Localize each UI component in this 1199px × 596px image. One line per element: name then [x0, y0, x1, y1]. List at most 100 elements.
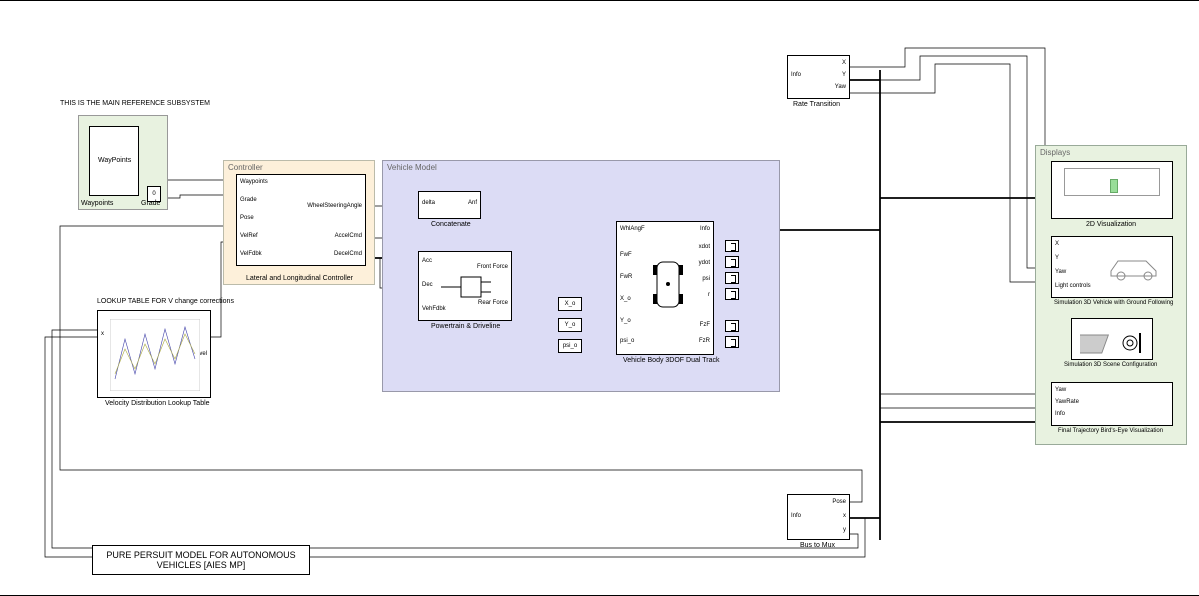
model-title-text: PURE PERSUIT MODEL FOR AUTONOMOUS VEHICL…	[106, 550, 295, 570]
const-psio[interactable]: psi_o	[558, 339, 582, 353]
ctrl-out-accel: AccelCmd	[335, 233, 362, 239]
block-bus-to-mux[interactable]: Info Pose x y	[787, 494, 850, 540]
rate-transition-label: Rate Transition	[793, 101, 840, 108]
body-out-info: Info	[700, 226, 710, 232]
waypoints-block-label: WayPoints	[98, 157, 131, 164]
body-in-yo: Y_o	[620, 318, 631, 324]
block-scene-config[interactable]	[1071, 318, 1153, 360]
scope-icon	[1052, 162, 1172, 218]
canvas-border-top	[0, 0, 1199, 1]
vehicle-body-icon	[651, 257, 685, 312]
btm-out-x: x	[843, 513, 846, 519]
birdseye-label: Final Trajectory Bird's-Eye Visualizatio…	[1058, 428, 1163, 434]
ctrl-out-steer: WheelSteeringAngle	[307, 203, 362, 209]
bus-to-mux-label: Bus to Mux	[800, 542, 835, 549]
pt-out-front: Front Force	[477, 264, 508, 270]
s3d-light: Light controls	[1055, 283, 1091, 289]
be-info: Info	[1055, 411, 1065, 417]
lookup-in: x	[101, 331, 104, 337]
ctrl-in-velfdbk: VelFdbk	[240, 251, 262, 257]
body-in-fwf: FwF	[620, 252, 632, 258]
concat-label: Concatenate	[431, 221, 471, 228]
body-label: Vehicle Body 3DOF Dual Track	[623, 357, 720, 364]
block-vehicle-body[interactable]: WhlAngF FwF FwR X_o Y_o psi_o Info xdot …	[616, 221, 714, 355]
lookup-out: vel	[199, 351, 207, 357]
block-waypoints[interactable]: WayPoints	[89, 126, 139, 196]
ctrl-in-waypoints: Waypoints	[240, 179, 268, 185]
s3d-y: Y	[1055, 255, 1059, 261]
concat-in: delta	[422, 200, 435, 206]
xo-label: X_o	[565, 301, 576, 307]
lookup-chart-icon	[110, 319, 200, 391]
rt-in: Info	[791, 72, 801, 78]
simulink-canvas[interactable]: THIS IS THE MAIN REFERENCE SUBSYSTEM Way…	[0, 0, 1199, 596]
body-out-fzr: FzR	[699, 338, 710, 344]
be-yawrate: YawRate	[1055, 399, 1079, 405]
displays-area-title: Displays	[1040, 148, 1070, 157]
ctrl-in-velref: VelRef	[240, 233, 258, 239]
body-out-ydot: ydot	[699, 260, 710, 266]
btm-out-y: y	[843, 527, 846, 533]
terminator-psi	[725, 272, 739, 284]
ctrl-in-pose: Pose	[240, 215, 254, 221]
btm-out-pose: Pose	[832, 499, 846, 505]
block-powertrain[interactable]: Acc Dec VehFdbk Front Force Rear Force	[418, 251, 512, 321]
powertrain-icon	[441, 272, 491, 302]
vehicle-area-title: Vehicle Model	[387, 163, 437, 172]
pt-in-acc: Acc	[422, 258, 432, 264]
psio-label: psi_o	[563, 343, 577, 349]
ctrl-out-decel: DecelCmd	[334, 251, 362, 257]
header-note: THIS IS THE MAIN REFERENCE SUBSYSTEM	[60, 100, 210, 107]
terminator-fzr	[725, 336, 739, 348]
terminator-r	[725, 288, 739, 300]
lookup-label: Velocity Distribution Lookup Table	[105, 400, 210, 407]
body-in-xo: X_o	[620, 296, 631, 302]
body-in-fwr: FwR	[620, 274, 632, 280]
block-birdseye[interactable]: Yaw YawRate Info	[1051, 382, 1173, 426]
waypoints-area-label: Waypoints	[81, 200, 113, 207]
grade-value: 0	[152, 191, 155, 197]
body-out-psi: psi	[702, 276, 710, 282]
viz2d-label: 2D Visualization	[1086, 221, 1136, 228]
s3d-x: X	[1055, 241, 1059, 247]
const-yo[interactable]: Y_o	[558, 318, 582, 332]
concat-out: Anf	[468, 200, 477, 206]
terminator-ydot	[725, 256, 739, 268]
ctrl-in-grade: Grade	[240, 197, 257, 203]
block-rate-transition[interactable]: Info X Y Yaw	[787, 55, 850, 99]
scene-label: Simulation 3D Scene Configuration	[1064, 362, 1157, 368]
car-icon	[1106, 251, 1166, 281]
controller-area-title: Controller	[228, 163, 263, 172]
yo-label: Y_o	[565, 322, 576, 328]
rt-out-yaw: Yaw	[835, 84, 846, 90]
scene-config-icon	[1080, 325, 1146, 355]
area-vehicle-model: Vehicle Model delta Anf Concatenate Acc …	[382, 160, 780, 392]
terminator-xdot	[725, 240, 739, 252]
grade-label: Grade	[141, 200, 160, 207]
block-lookup-table[interactable]: x vel	[97, 310, 211, 398]
rt-out-y: Y	[842, 72, 846, 78]
body-out-xdot: xdot	[699, 244, 710, 250]
lookup-note: LOOKUP TABLE FOR V change corrections	[97, 298, 234, 305]
body-out-r: r	[708, 292, 710, 298]
btm-in: Info	[791, 513, 801, 519]
powertrain-label: Powertrain & Driveline	[431, 323, 500, 330]
pt-in-vehfdbk: VehFdbk	[422, 306, 446, 312]
body-out-fzf: FzF	[700, 322, 710, 328]
body-in-psio: psi_o	[620, 338, 634, 344]
block-controller[interactable]: Waypoints Grade Pose VelRef VelFdbk Whee…	[236, 174, 366, 266]
block-sim3d-vehicle[interactable]: X Y Yaw Light controls	[1051, 236, 1173, 298]
terminator-fzf	[725, 320, 739, 332]
controller-block-label: Lateral and Longitudinal Controller	[246, 275, 353, 282]
sim3d-label: Simulation 3D Vehicle with Ground Follow…	[1054, 300, 1173, 306]
area-controller: Controller Waypoints Grade Pose VelRef V…	[223, 160, 375, 285]
area-displays: Displays 2D Visualization X Y Yaw Light …	[1035, 145, 1187, 445]
block-concatenate[interactable]: delta Anf	[418, 191, 481, 219]
rt-out-x: X	[842, 60, 846, 66]
body-in-whlang: WhlAngF	[620, 226, 645, 232]
be-yaw: Yaw	[1055, 387, 1066, 393]
block-2d-viz[interactable]	[1051, 161, 1173, 219]
s3d-yaw: Yaw	[1055, 269, 1066, 275]
const-xo[interactable]: X_o	[558, 297, 582, 311]
area-waypoints: WayPoints 0 Waypoints Grade	[78, 115, 168, 210]
